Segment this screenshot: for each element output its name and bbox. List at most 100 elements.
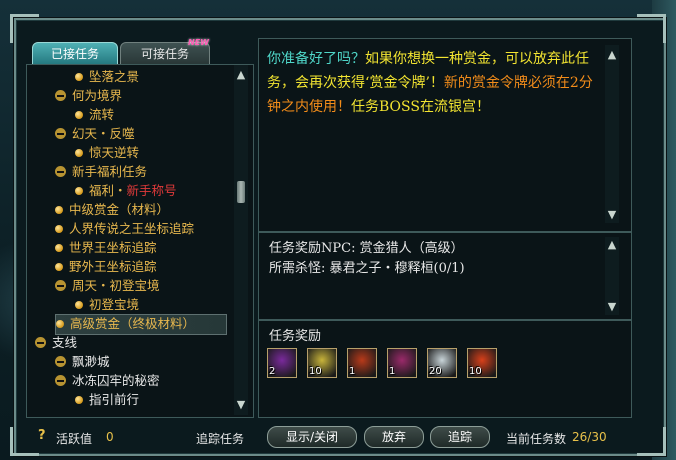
quest-info-panel: 任务奖励NPC: 赏金猎人（高级） 所需杀怪: 暴君之子・穆释桓(0/1) ▲ … [258, 232, 632, 320]
quest-tree: 坠落之景 何为境界 流转 幻天・反噬 惊天逆转 新手福利任务 福利・新手称号 中级赏金（材料）… [27, 65, 233, 415]
quest-tree-label: 周天・初登宝境 [72, 278, 160, 293]
quest-tree-label: 飘渺城 [72, 354, 110, 369]
collapse-icon[interactable] [55, 128, 66, 139]
reward-count: 1 [389, 366, 396, 377]
purple-gem-icon[interactable]: 1 [387, 348, 417, 378]
quest-tree-label: 坠落之景 [89, 69, 140, 84]
scroll-up-arrow-icon[interactable]: ▲ [605, 239, 619, 251]
scroll-down-arrow-icon[interactable]: ▼ [234, 399, 248, 411]
abandon-button[interactable]: 放弃 [364, 426, 424, 448]
quest-tree-item[interactable]: 野外王坐标追踪 [55, 257, 157, 276]
quest-tree-label: 野外王坐标追踪 [69, 259, 157, 274]
quest-tree-item[interactable]: 幻天・反噬 [55, 124, 135, 143]
activity-label: 活跃值 [56, 432, 93, 446]
quest-tree-label: 中级赏金（材料） [69, 202, 170, 217]
collapse-icon[interactable] [35, 337, 46, 348]
quest-description-panel: 你准备好了吗？如果你想换一种赏金，可以放弃此任务，会再次获得‘赏金令牌’！新的赏… [258, 38, 632, 232]
quest-tree-item[interactable]: 坠落之景 [75, 67, 139, 86]
scroll-up-arrow-icon[interactable]: ▲ [605, 49, 619, 61]
quest-bullet-icon [75, 148, 83, 157]
quest-tree-label: 冰冻囚牢的秘密 [72, 373, 160, 388]
gold-stone-icon[interactable]: 10 [307, 348, 337, 378]
white-scroll-icon[interactable]: 20 [427, 348, 457, 378]
desc-scrollbar[interactable]: ▲ ▼ [605, 45, 619, 223]
reward-count: 1 [349, 366, 356, 377]
quest-bullet-icon [56, 319, 64, 328]
scroll-up-arrow-icon[interactable]: ▲ [234, 69, 248, 81]
purple-potion-icon[interactable]: 2 [267, 348, 297, 378]
tab-accepted-quests[interactable]: 已接任务 [32, 42, 118, 66]
collapse-icon[interactable] [55, 166, 66, 177]
collapse-icon[interactable] [55, 375, 66, 386]
reward-npc-line: 任务奖励NPC: 赏金猎人（高级） [269, 241, 464, 256]
quest-tree-label: 指引前行 [89, 392, 140, 407]
quest-bullet-icon [75, 395, 83, 404]
red-chest-icon[interactable]: 1 [347, 348, 377, 378]
quest-tree-label: 惊天逆转 [89, 145, 140, 160]
required-kill-line: 所需杀怪: 暴君之子・穆释桓(0/1) [269, 261, 465, 276]
track-button[interactable]: 追踪 [430, 426, 490, 448]
current-quests-label: 当前任务数 [506, 432, 567, 446]
quest-tree-item[interactable]: 世界王坐标追踪 [55, 238, 157, 257]
reward-count: 10 [469, 366, 482, 377]
quest-bullet-icon [75, 186, 83, 195]
quest-bullet-icon [75, 300, 83, 309]
quest-tree-item[interactable]: 初登宝境 [75, 295, 139, 314]
info-scrollbar[interactable]: ▲ ▼ [605, 237, 619, 315]
quest-tree-item[interactable]: 冰冻囚牢的秘密 [55, 371, 160, 390]
quest-tree-label: 何为境界 [72, 88, 123, 103]
quest-tree-item[interactable]: 流转 [75, 105, 114, 124]
scroll-thumb[interactable] [237, 181, 245, 203]
desc-ready-text: 你准备好了吗？ [267, 51, 365, 67]
quest-description: 你准备好了吗？如果你想换一种赏金，可以放弃此任务，会再次获得‘赏金令牌’！新的赏… [267, 47, 599, 119]
quest-reward-panel: 任务奖励 2 10 1 1 20 10 [258, 320, 632, 418]
quest-tree-label: 福利・ [89, 183, 127, 198]
quest-bullet-icon [55, 224, 63, 233]
window-corner-ornament [637, 427, 666, 456]
collapse-icon[interactable] [55, 280, 66, 291]
quest-bullet-icon [55, 205, 63, 214]
quest-tree-item[interactable]: 支线 [35, 333, 77, 352]
scroll-down-arrow-icon[interactable]: ▼ [605, 301, 619, 313]
reward-count: 10 [309, 366, 322, 377]
quest-tree-label: 高级赏金（终极材料） [70, 316, 196, 331]
toggle-display-button[interactable]: 显示/关闭 [267, 426, 357, 448]
current-quests-value: 26/30 [572, 430, 607, 444]
collapse-icon[interactable] [55, 356, 66, 367]
quest-tree-item[interactable]: 周天・初登宝境 [55, 276, 160, 295]
collapse-icon[interactable] [55, 90, 66, 101]
quest-tree-item[interactable]: 惊天逆转 [75, 143, 139, 162]
quest-tree-item[interactable]: 人界传说之王坐标追踪 [55, 219, 194, 238]
reward-count: 20 [429, 366, 442, 377]
quest-tree-item[interactable]: 飘渺城 [55, 352, 110, 371]
red-orb-icon[interactable]: 10 [467, 348, 497, 378]
quest-bullet-icon [55, 243, 63, 252]
new-badge: NEW [188, 38, 209, 47]
quest-tree-item[interactable]: 中级赏金（材料） [55, 200, 169, 219]
quest-tree-item[interactable]: 高级赏金（终极材料） [55, 314, 227, 335]
track-quest-label: 追踪任务 [196, 432, 245, 446]
quest-tree-label: 流转 [89, 107, 115, 122]
quest-tree-label: 人界传说之王坐标追踪 [69, 221, 195, 236]
help-icon[interactable]: ? [38, 428, 52, 443]
quest-tree-item[interactable]: 福利・新手称号 [75, 181, 177, 200]
quest-tree-label-highlight: 新手称号 [126, 183, 177, 198]
reward-title: 任务奖励 [269, 329, 322, 344]
reward-count: 2 [269, 366, 276, 377]
quest-tree-item[interactable]: 何为境界 [55, 86, 122, 105]
quest-tree-label: 幻天・反噬 [72, 126, 135, 141]
quest-tree-item[interactable]: 新手福利任务 [55, 162, 147, 181]
tree-scrollbar[interactable]: ▲ ▼ [234, 65, 248, 415]
quest-bullet-icon [75, 72, 83, 81]
quest-tree-panel: 坠落之景 何为境界 流转 幻天・反噬 惊天逆转 新手福利任务 福利・新手称号 中级赏金（材料）… [26, 64, 254, 418]
quest-tree-label: 支线 [52, 335, 78, 350]
quest-tree-label: 世界王坐标追踪 [69, 240, 157, 255]
quest-tree-label: 新手福利任务 [72, 164, 148, 179]
window-corner-ornament [10, 427, 39, 456]
quest-tree-item[interactable]: 指引前行 [75, 390, 139, 409]
scroll-down-arrow-icon[interactable]: ▼ [605, 209, 619, 221]
window-corner-ornament [637, 14, 666, 43]
desc-boss-location-text: 任务BOSS在流银宫！ [351, 99, 490, 115]
quest-bullet-icon [75, 110, 83, 119]
activity-value: 0 [106, 430, 114, 444]
